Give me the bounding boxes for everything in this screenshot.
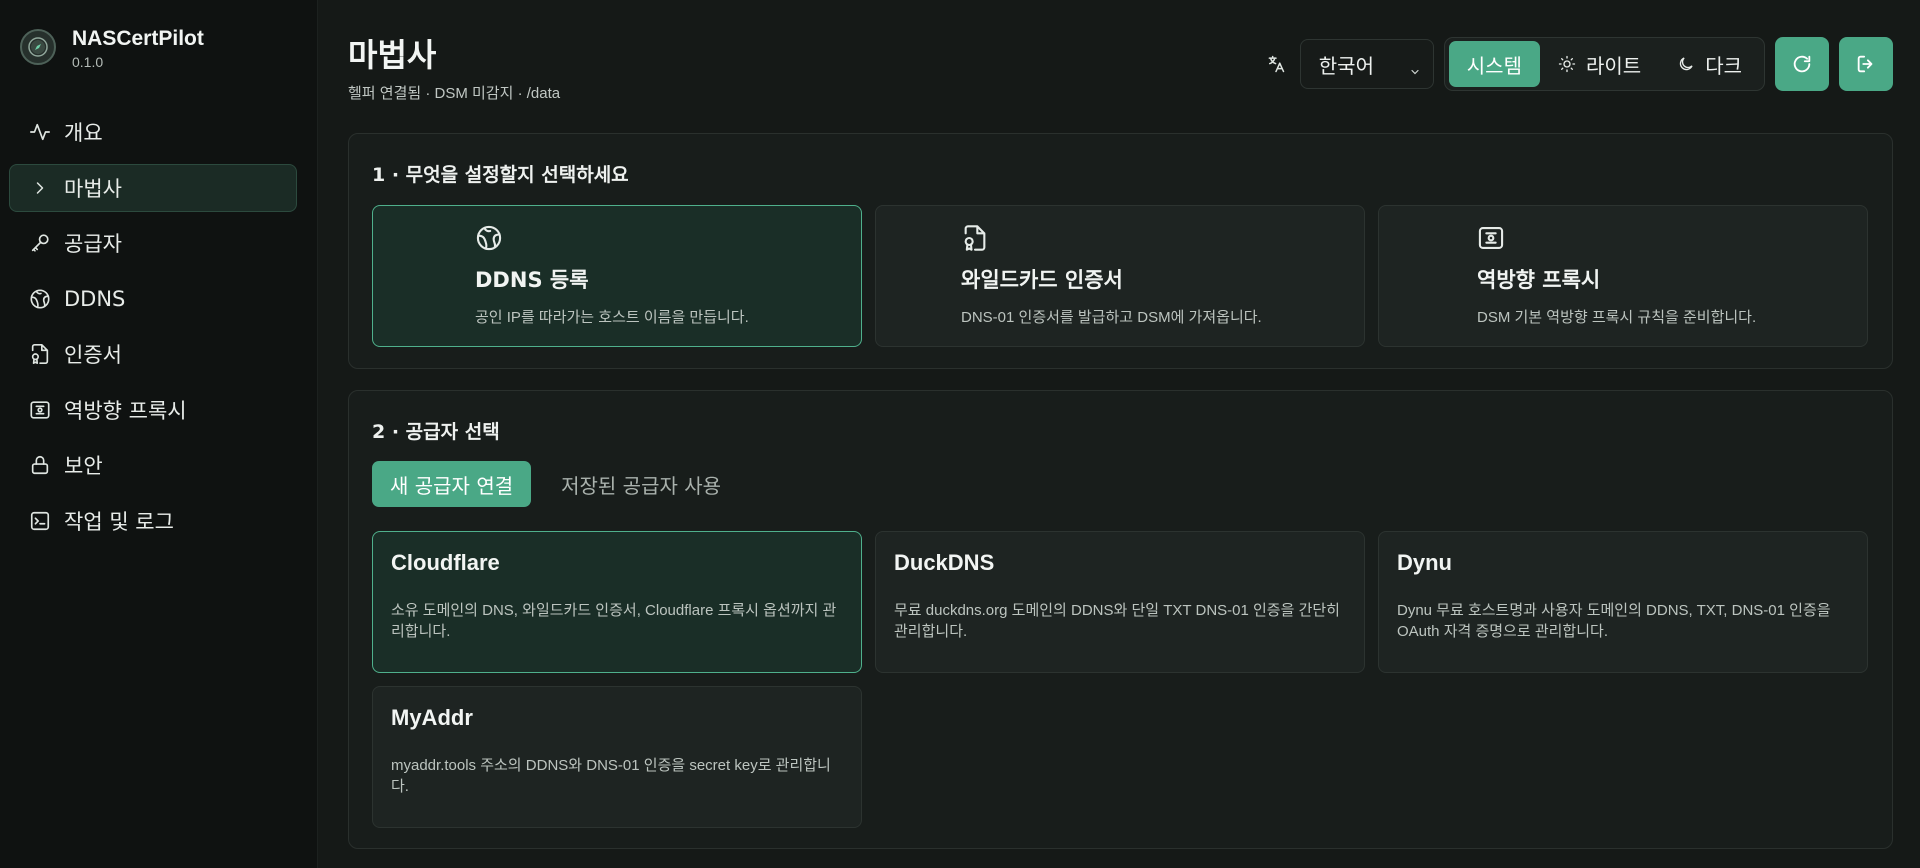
sidebar-nav: 개요 마법사 공급자 DDNS 인증서 역방향 프록시 보안 작업 및 로그	[9, 108, 297, 552]
theme-system-label: 시스템	[1466, 53, 1522, 78]
moon-icon	[1680, 57, 1693, 71]
goal-card-desc: DSM 기본 역방향 프록시 규칙을 준비합니다.	[1477, 309, 1757, 326]
provider-mode-tabs: 새 공급자 연결 저장된 공급자 사용	[372, 461, 739, 507]
compass-logo-icon	[20, 29, 56, 65]
file-cert-icon	[961, 224, 989, 256]
step2-title: 2 · 공급자 선택	[372, 421, 500, 443]
tab-saved-provider[interactable]: 저장된 공급자 사용	[543, 461, 739, 507]
brand-name: NASCertPilot	[72, 27, 204, 50]
translate-icon	[1266, 54, 1286, 74]
goal-card-title: 역방향 프록시	[1477, 268, 1601, 292]
goal-card-title: DDNS 등록	[475, 268, 589, 292]
theme-toggle-group: 시스템 라이트 다크	[1443, 37, 1765, 91]
proxy-icon	[1477, 224, 1505, 256]
sidebar-item-wizard[interactable]: 마법사	[9, 163, 297, 212]
step2-panel: 2 · 공급자 선택 새 공급자 연결 저장된 공급자 사용 Cloudflar…	[348, 390, 1893, 849]
file-cert-icon	[28, 342, 52, 366]
page-title: 마법사	[348, 36, 437, 74]
provider-name: MyAddr	[391, 705, 473, 730]
terminal-icon	[28, 509, 52, 533]
theme-dark-label: 다크	[1705, 53, 1742, 78]
sidebar-item-jobs-logs[interactable]: 작업 및 로그	[9, 497, 297, 545]
theme-system-button[interactable]: 시스템	[1448, 41, 1540, 87]
goal-card-desc: 공인 IP를 따라가는 호스트 이름을 만듭니다.	[475, 309, 749, 326]
sidebar-item-label: 작업 및 로그	[64, 509, 174, 534]
provider-desc: 무료 duckdns.org 도메인의 DDNS와 단일 TXT DNS-01 …	[894, 602, 1340, 640]
tab-new-provider[interactable]: 새 공급자 연결	[372, 461, 532, 507]
provider-card-cloudflare[interactable]: Cloudflare 소유 도메인의 DNS, 와일드카드 인증서, Cloud…	[372, 531, 862, 673]
page-subtitle: 헬퍼 연결됨 · DSM 미감지 · /data	[348, 85, 561, 102]
sidebar-item-reverse-proxy[interactable]: 역방향 프록시	[9, 386, 297, 434]
chevron-down-icon	[1409, 59, 1421, 83]
chevron-right-icon	[28, 176, 52, 200]
sidebar-item-label: 역방향 프록시	[64, 398, 187, 423]
theme-dark-button[interactable]: 다크	[1659, 41, 1760, 87]
goal-card-desc: DNS-01 인증서를 발급하고 DSM에 가져옵니다.	[961, 309, 1262, 326]
sidebar-item-label: 보안	[64, 454, 103, 478]
step1-panel: 1 · 무엇을 설정할지 선택하세요 DDNS 등록 공인 IP를 따라가는 호…	[348, 133, 1893, 369]
lock-icon	[28, 453, 52, 477]
refresh-button[interactable]	[1775, 37, 1829, 91]
provider-name: DuckDNS	[894, 550, 995, 575]
sun-icon	[1558, 55, 1576, 73]
goal-card-title: 와일드카드 인증서	[961, 268, 1123, 292]
globe-icon	[28, 287, 52, 311]
sidebar-item-security[interactable]: 보안	[9, 441, 297, 489]
sidebar-item-providers[interactable]: 공급자	[9, 219, 297, 267]
provider-desc: Dynu 무료 호스트명과 사용자 도메인의 DDNS, TXT, DNS-01…	[1397, 602, 1831, 640]
goal-card-ddns[interactable]: DDNS 등록 공인 IP를 따라가는 호스트 이름을 만듭니다.	[372, 205, 862, 347]
brand-version: 0.1.0	[72, 54, 104, 70]
logout-icon	[1857, 55, 1873, 73]
key-icon	[28, 231, 52, 255]
language-select[interactable]: 한국어	[1299, 39, 1434, 89]
sidebar-item-label: 공급자	[64, 232, 122, 256]
sidebar-item-label: 인증서	[64, 343, 122, 367]
brand: NASCertPilot 0.1.0	[20, 26, 204, 70]
globe-icon	[475, 224, 503, 256]
proxy-icon	[28, 398, 52, 422]
sidebar-item-overview[interactable]: 개요	[9, 108, 297, 156]
provider-name: Cloudflare	[391, 550, 500, 575]
logout-button[interactable]	[1839, 37, 1893, 91]
provider-name: Dynu	[1397, 550, 1452, 575]
sidebar-item-certificates[interactable]: 인증서	[9, 330, 297, 378]
provider-desc: 소유 도메인의 DNS, 와일드카드 인증서, Cloudflare 프록시 옵…	[391, 602, 837, 640]
goal-card-wildcard-cert[interactable]: 와일드카드 인증서 DNS-01 인증서를 발급하고 DSM에 가져옵니다.	[875, 205, 1365, 347]
language-select-value: 한국어	[1318, 53, 1374, 78]
provider-card-myaddr[interactable]: MyAddr myaddr.tools 주소의 DDNS와 DNS-01 인증을…	[372, 686, 862, 828]
sidebar-item-label: DDNS	[64, 286, 126, 311]
sidebar-item-ddns[interactable]: DDNS	[9, 275, 297, 323]
step1-title: 1 · 무엇을 설정할지 선택하세요	[372, 164, 629, 186]
provider-card-dynu[interactable]: Dynu Dynu 무료 호스트명과 사용자 도메인의 DDNS, TXT, D…	[1378, 531, 1868, 673]
goal-card-reverse-proxy[interactable]: 역방향 프록시 DSM 기본 역방향 프록시 규칙을 준비합니다.	[1378, 205, 1868, 347]
provider-desc: myaddr.tools 주소의 DDNS와 DNS-01 인증을 secret…	[391, 757, 831, 795]
theme-light-button[interactable]: 라이트	[1540, 41, 1659, 87]
sidebar-item-label: 개요	[64, 121, 103, 145]
top-toolbar: 한국어 시스템 라이트 다크	[1266, 37, 1893, 91]
sidebar: NASCertPilot 0.1.0 개요 마법사 공급자 DDNS 인증서 역…	[0, 0, 318, 868]
activity-icon	[28, 120, 52, 144]
sidebar-item-label: 마법사	[64, 176, 122, 201]
provider-card-duckdns[interactable]: DuckDNS 무료 duckdns.org 도메인의 DDNS와 단일 TXT…	[875, 531, 1365, 673]
theme-light-label: 라이트	[1585, 53, 1642, 78]
refresh-icon	[1793, 55, 1811, 73]
